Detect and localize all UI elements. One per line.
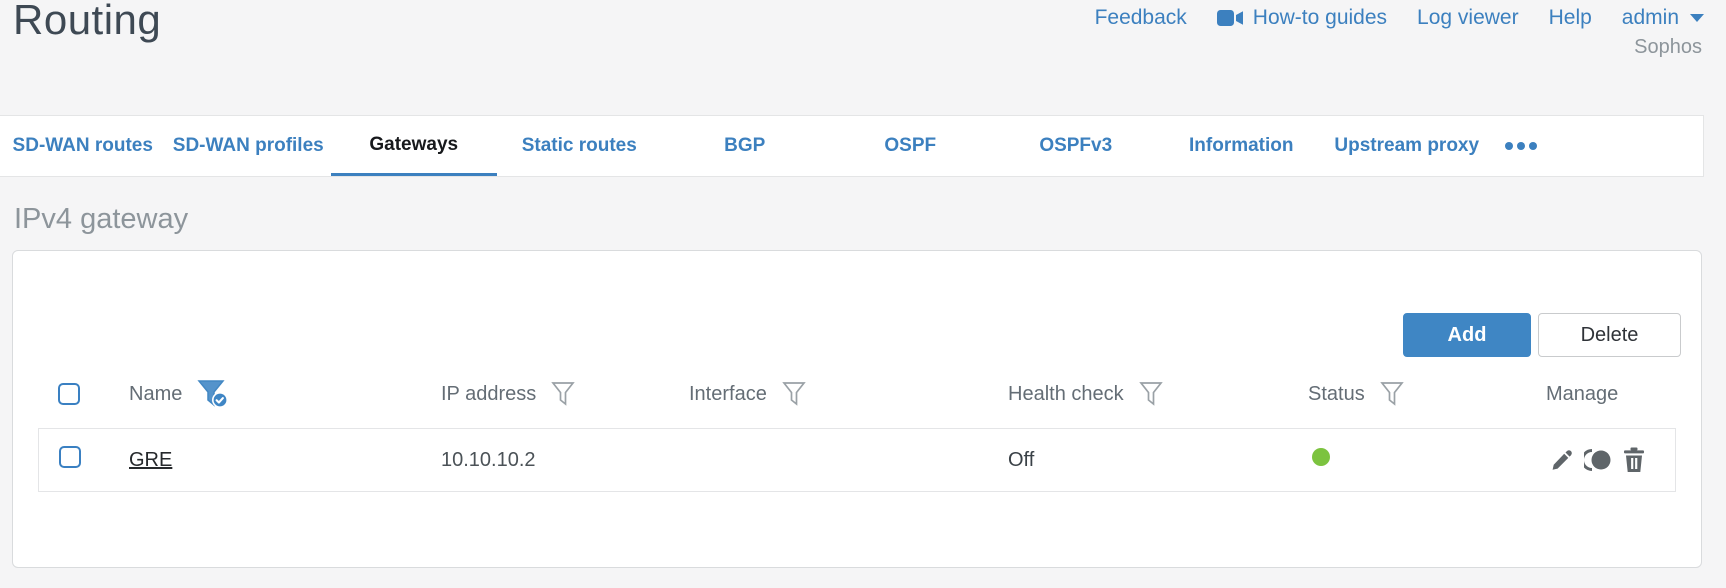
- gateway-name-link[interactable]: GRE: [129, 449, 172, 471]
- column-header-manage: Manage: [1546, 382, 1619, 405]
- more-dots-icon: [1504, 142, 1513, 150]
- row-checkbox[interactable]: [59, 446, 81, 468]
- tab-sdwan-profiles[interactable]: SD-WAN profiles: [166, 116, 332, 176]
- chevron-down-icon: [1690, 14, 1704, 22]
- add-button[interactable]: Add: [1403, 313, 1531, 357]
- filter-icon[interactable]: [1379, 381, 1404, 407]
- filter-icon[interactable]: [551, 381, 576, 407]
- tab-upstream-proxy[interactable]: Upstream proxy: [1324, 116, 1490, 176]
- brand-label: Sophos: [1634, 36, 1702, 58]
- tab-static-routes[interactable]: Static routes: [497, 116, 663, 176]
- toggle-active-icon[interactable]: [1584, 448, 1612, 472]
- table-row: GRE 10.10.10.2 Off: [39, 429, 1675, 491]
- tab-information[interactable]: Information: [1159, 116, 1325, 176]
- tab-bgp[interactable]: BGP: [662, 116, 828, 176]
- page-header: Routing Feedback How-to guides Log viewe…: [0, 0, 1726, 115]
- routing-tabbar: SD-WAN routes SD-WAN profiles Gateways S…: [0, 115, 1704, 177]
- edit-pencil-icon[interactable]: [1550, 448, 1574, 472]
- column-header-status: Status: [1308, 382, 1365, 405]
- table-toolbar: Add Delete: [13, 251, 1701, 357]
- column-header-interface: Interface: [689, 382, 767, 405]
- table-header-row: Name IP address Interface Health check S…: [13, 369, 1701, 419]
- delete-button[interactable]: Delete: [1538, 313, 1681, 357]
- column-header-name: Name: [129, 382, 183, 405]
- tab-sdwan-routes[interactable]: SD-WAN routes: [0, 116, 166, 176]
- help-link[interactable]: Help: [1549, 6, 1592, 30]
- howto-guides-link[interactable]: How-to guides: [1216, 6, 1387, 30]
- delete-trash-icon[interactable]: [1622, 447, 1646, 473]
- page-title: Routing: [13, 0, 162, 43]
- column-header-ip-address: IP address: [441, 382, 537, 405]
- top-nav: Feedback How-to guides Log viewer Help a…: [1095, 6, 1704, 30]
- feedback-link[interactable]: Feedback: [1095, 6, 1187, 30]
- table-body: GRE 10.10.10.2 Off: [38, 428, 1676, 492]
- tab-gateways[interactable]: Gateways: [331, 116, 497, 176]
- filter-applied-icon[interactable]: [197, 379, 229, 409]
- gateway-health-check: Off: [1008, 448, 1035, 471]
- select-all-checkbox[interactable]: [58, 383, 80, 405]
- gateway-ip-address: 10.10.10.2: [441, 448, 536, 471]
- admin-menu[interactable]: admin: [1622, 6, 1704, 30]
- filter-icon[interactable]: [1138, 381, 1163, 407]
- log-viewer-link[interactable]: Log viewer: [1417, 6, 1519, 30]
- tab-ospf[interactable]: OSPF: [828, 116, 994, 176]
- filter-icon[interactable]: [782, 381, 806, 407]
- section-title: IPv4 gateway: [14, 203, 189, 235]
- status-up-indicator: [1312, 448, 1330, 466]
- gateway-table-card: Add Delete Name IP address Interface Hea…: [12, 250, 1702, 568]
- tab-ospfv3[interactable]: OSPFv3: [993, 116, 1159, 176]
- column-header-health-check: Health check: [1008, 382, 1124, 405]
- video-camera-icon: [1216, 9, 1244, 27]
- tabs-overflow-button[interactable]: [1490, 116, 1552, 176]
